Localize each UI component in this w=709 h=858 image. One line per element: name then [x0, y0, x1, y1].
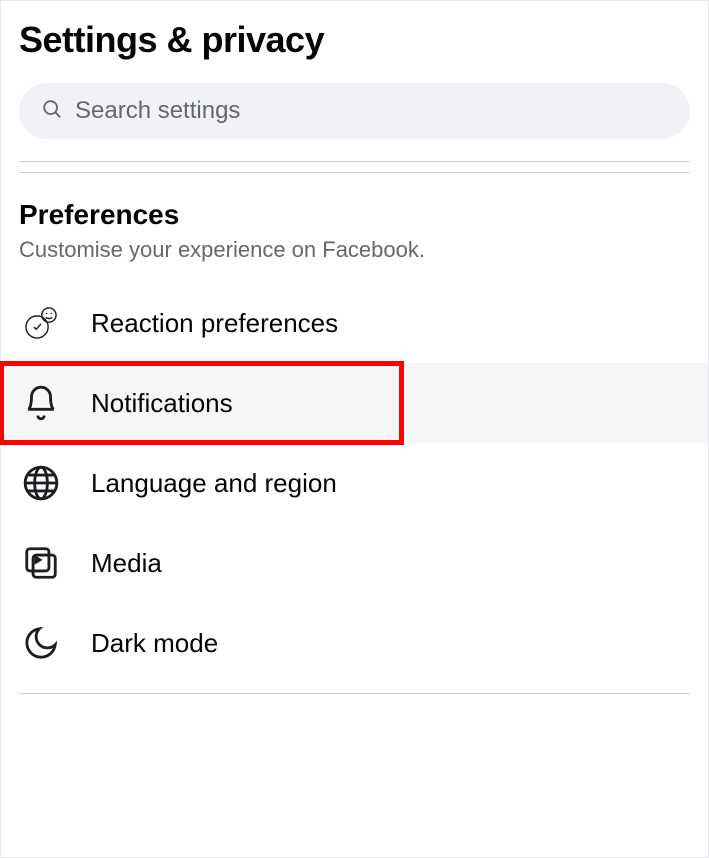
search-input-wrapper[interactable]: [19, 83, 690, 139]
menu-item-language-region[interactable]: Language and region: [1, 443, 708, 523]
menu-item-label: Language and region: [91, 468, 337, 499]
media-icon: [19, 541, 63, 585]
menu-item-label: Notifications: [91, 388, 233, 419]
menu-item-label: Media: [91, 548, 162, 579]
divider: [19, 172, 690, 173]
menu-item-label: Dark mode: [91, 628, 218, 659]
preferences-subtitle: Customise your experience on Facebook.: [19, 237, 690, 263]
globe-icon: [19, 461, 63, 505]
page-title: Settings & privacy: [19, 19, 690, 61]
bell-icon: [19, 381, 63, 425]
preferences-menu: Reaction preferences Notifications Langu…: [1, 283, 708, 683]
preferences-title: Preferences: [19, 199, 690, 231]
menu-item-reaction-preferences[interactable]: Reaction preferences: [1, 283, 708, 363]
reaction-icon: [19, 301, 63, 345]
divider: [19, 693, 690, 694]
search-icon: [41, 98, 75, 125]
menu-item-notifications[interactable]: Notifications: [1, 363, 708, 443]
menu-item-label: Reaction preferences: [91, 308, 338, 339]
menu-item-media[interactable]: Media: [1, 523, 708, 603]
menu-item-dark-mode[interactable]: Dark mode: [1, 603, 708, 683]
moon-icon: [19, 621, 63, 665]
divider: [19, 161, 690, 162]
search-input[interactable]: [75, 97, 668, 125]
